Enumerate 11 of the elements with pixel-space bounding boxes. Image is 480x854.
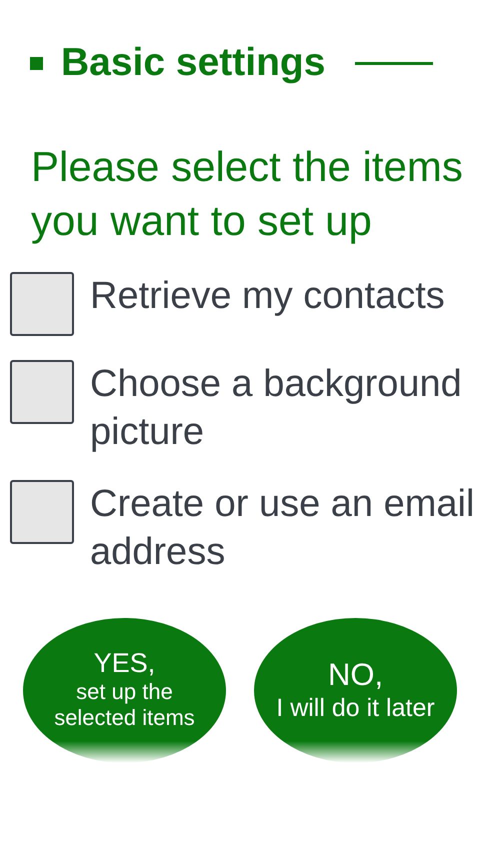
bullet-icon: [30, 56, 43, 70]
checkbox[interactable]: [10, 480, 74, 544]
checkbox-label: Retrieve my contacts: [90, 274, 445, 319]
prompt-text: Please select the items you want to set up: [31, 142, 464, 246]
checkbox[interactable]: [10, 272, 74, 336]
section-title: Basic settings: [61, 41, 326, 85]
checkbox[interactable]: [10, 360, 74, 424]
checkbox-label: Choose a background picture: [90, 362, 463, 455]
checkbox-label: Create or use an email address: [90, 482, 476, 575]
yes-button[interactable]: YES, set up the selected items: [23, 618, 226, 763]
no-button[interactable]: NO, I will do it later: [254, 618, 457, 763]
